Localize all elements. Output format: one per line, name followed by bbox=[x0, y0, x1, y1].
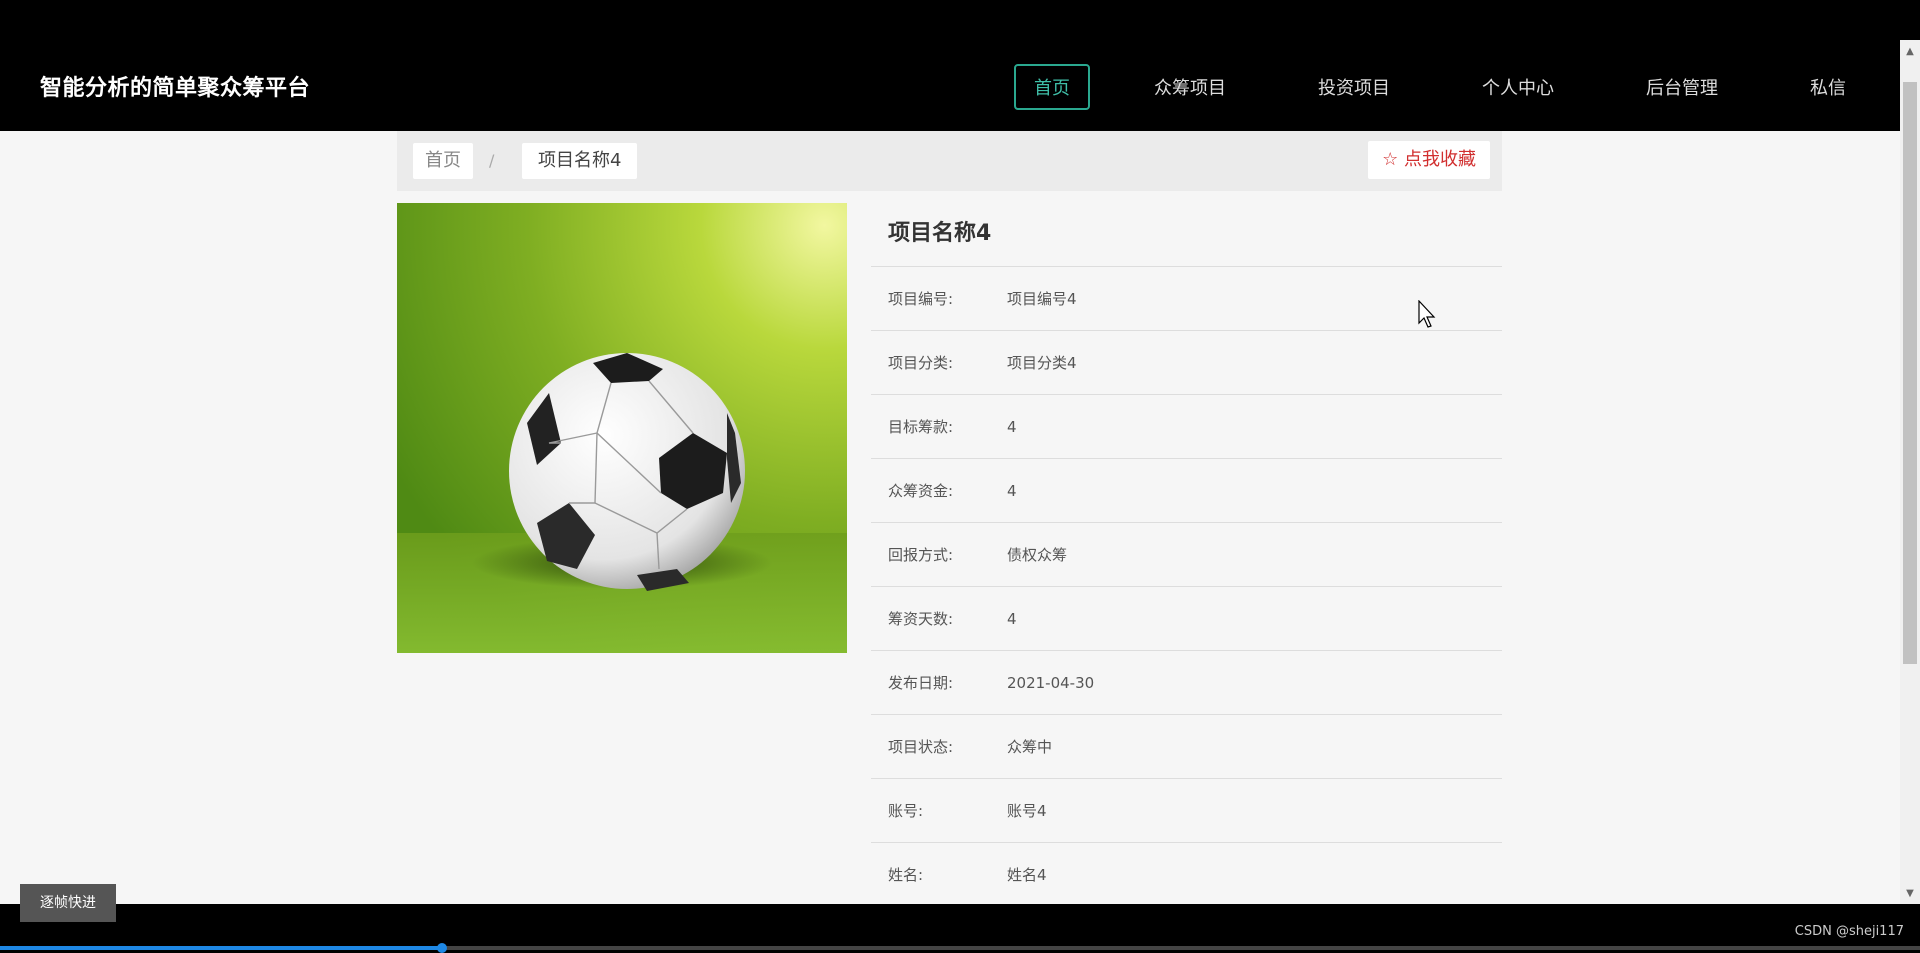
detail-label: 项目编号: bbox=[888, 290, 954, 308]
site-header: 智能分析的简单聚众筹平台 首页 众筹项目 投资项目 个人中心 后台管理 私信 bbox=[0, 40, 1900, 131]
detail-row-account: 账号: 账号4 bbox=[871, 779, 1502, 843]
detail-label: 回报方式: bbox=[888, 546, 954, 564]
mouse-cursor-icon bbox=[1418, 300, 1436, 328]
top-black-band bbox=[0, 0, 1900, 40]
detail-row-funding-days: 筹资天数: 4 bbox=[871, 587, 1502, 651]
watermark: CSDN @sheji117 bbox=[1794, 924, 1904, 939]
video-progress-track[interactable] bbox=[0, 943, 1920, 953]
soccer-ball-image bbox=[397, 203, 847, 653]
detail-label: 众筹资金: bbox=[888, 482, 954, 500]
detail-value: 姓名4 bbox=[1007, 866, 1047, 884]
detail-label: 发布日期: bbox=[888, 674, 954, 692]
detail-value: 债权众筹 bbox=[1007, 546, 1068, 564]
project-detail: 项目名称4 项目编号: 项目编号4 项目分类: 项目分类4 目标筹款: 4 众筹… bbox=[871, 203, 1502, 904]
project-image bbox=[397, 203, 847, 653]
nav-item-personal-center[interactable]: 个人中心 bbox=[1462, 64, 1574, 110]
vertical-scrollbar[interactable]: ▲ ▼ bbox=[1900, 40, 1920, 904]
detail-label: 账号: bbox=[888, 802, 924, 820]
scroll-up-arrow-icon[interactable]: ▲ bbox=[1900, 44, 1920, 60]
main-content: 首页 / 项目名称4 ☆ 点我收藏 项目名称4 项目编号: 项目编号4 项目分类… bbox=[0, 131, 1900, 904]
nav-item-admin[interactable]: 后台管理 bbox=[1626, 64, 1738, 110]
favorite-button[interactable]: ☆ 点我收藏 bbox=[1368, 141, 1490, 179]
detail-value: 4 bbox=[1007, 481, 1017, 500]
detail-row-target-amount: 目标筹款: 4 bbox=[871, 395, 1502, 459]
detail-row-project-category: 项目分类: 项目分类4 bbox=[871, 331, 1502, 395]
nav-item-crowdfunding-projects[interactable]: 众筹项目 bbox=[1134, 64, 1246, 110]
detail-row-publish-date: 发布日期: 2021-04-30 bbox=[871, 651, 1502, 715]
detail-label: 项目分类: bbox=[888, 354, 954, 372]
breadcrumb-home-link[interactable]: 首页 bbox=[413, 143, 473, 179]
video-progress-fill bbox=[0, 946, 442, 950]
site-title: 智能分析的简单聚众筹平台 bbox=[40, 76, 311, 101]
detail-label: 姓名: bbox=[888, 866, 924, 884]
detail-row-raised-funds: 众筹资金: 4 bbox=[871, 459, 1502, 523]
detail-value: 众筹中 bbox=[1007, 738, 1053, 756]
breadcrumb: 首页 / 项目名称4 ☆ 点我收藏 bbox=[397, 131, 1502, 191]
detail-value: 项目编号4 bbox=[1007, 290, 1077, 308]
detail-label: 筹资天数: bbox=[888, 610, 954, 628]
detail-row-name: 姓名: 姓名4 bbox=[871, 843, 1502, 904]
detail-label: 项目状态: bbox=[888, 738, 954, 756]
detail-value: 4 bbox=[1007, 609, 1017, 628]
detail-label: 目标筹款: bbox=[888, 418, 954, 436]
nav-item-investment-projects[interactable]: 投资项目 bbox=[1298, 64, 1410, 110]
video-player-bar bbox=[0, 904, 1920, 953]
video-progress-handle[interactable] bbox=[436, 943, 447, 953]
breadcrumb-current: 项目名称4 bbox=[522, 143, 638, 179]
scrollbar-thumb[interactable] bbox=[1903, 82, 1917, 664]
detail-row-return-method: 回报方式: 债权众筹 bbox=[871, 523, 1502, 587]
detail-value: 4 bbox=[1007, 417, 1017, 436]
detail-value: 项目分类4 bbox=[1007, 354, 1077, 372]
main-nav: 首页 众筹项目 投资项目 个人中心 后台管理 私信 bbox=[988, 64, 1892, 110]
favorite-button-label: 点我收藏 bbox=[1404, 149, 1476, 170]
nav-item-messages[interactable]: 私信 bbox=[1790, 64, 1866, 110]
nav-item-home[interactable]: 首页 bbox=[1014, 64, 1090, 110]
scroll-down-arrow-icon[interactable]: ▼ bbox=[1900, 886, 1920, 902]
breadcrumb-separator: / bbox=[489, 151, 495, 170]
detail-row-project-status: 项目状态: 众筹中 bbox=[871, 715, 1502, 779]
frame-advance-button[interactable]: 逐帧快进 bbox=[20, 884, 116, 922]
detail-value: 2021-04-30 bbox=[1007, 673, 1095, 692]
detail-row-project-number: 项目编号: 项目编号4 bbox=[871, 267, 1502, 331]
project-title: 项目名称4 bbox=[871, 203, 1502, 267]
detail-value: 账号4 bbox=[1007, 802, 1047, 820]
star-outline-icon: ☆ bbox=[1382, 149, 1399, 170]
